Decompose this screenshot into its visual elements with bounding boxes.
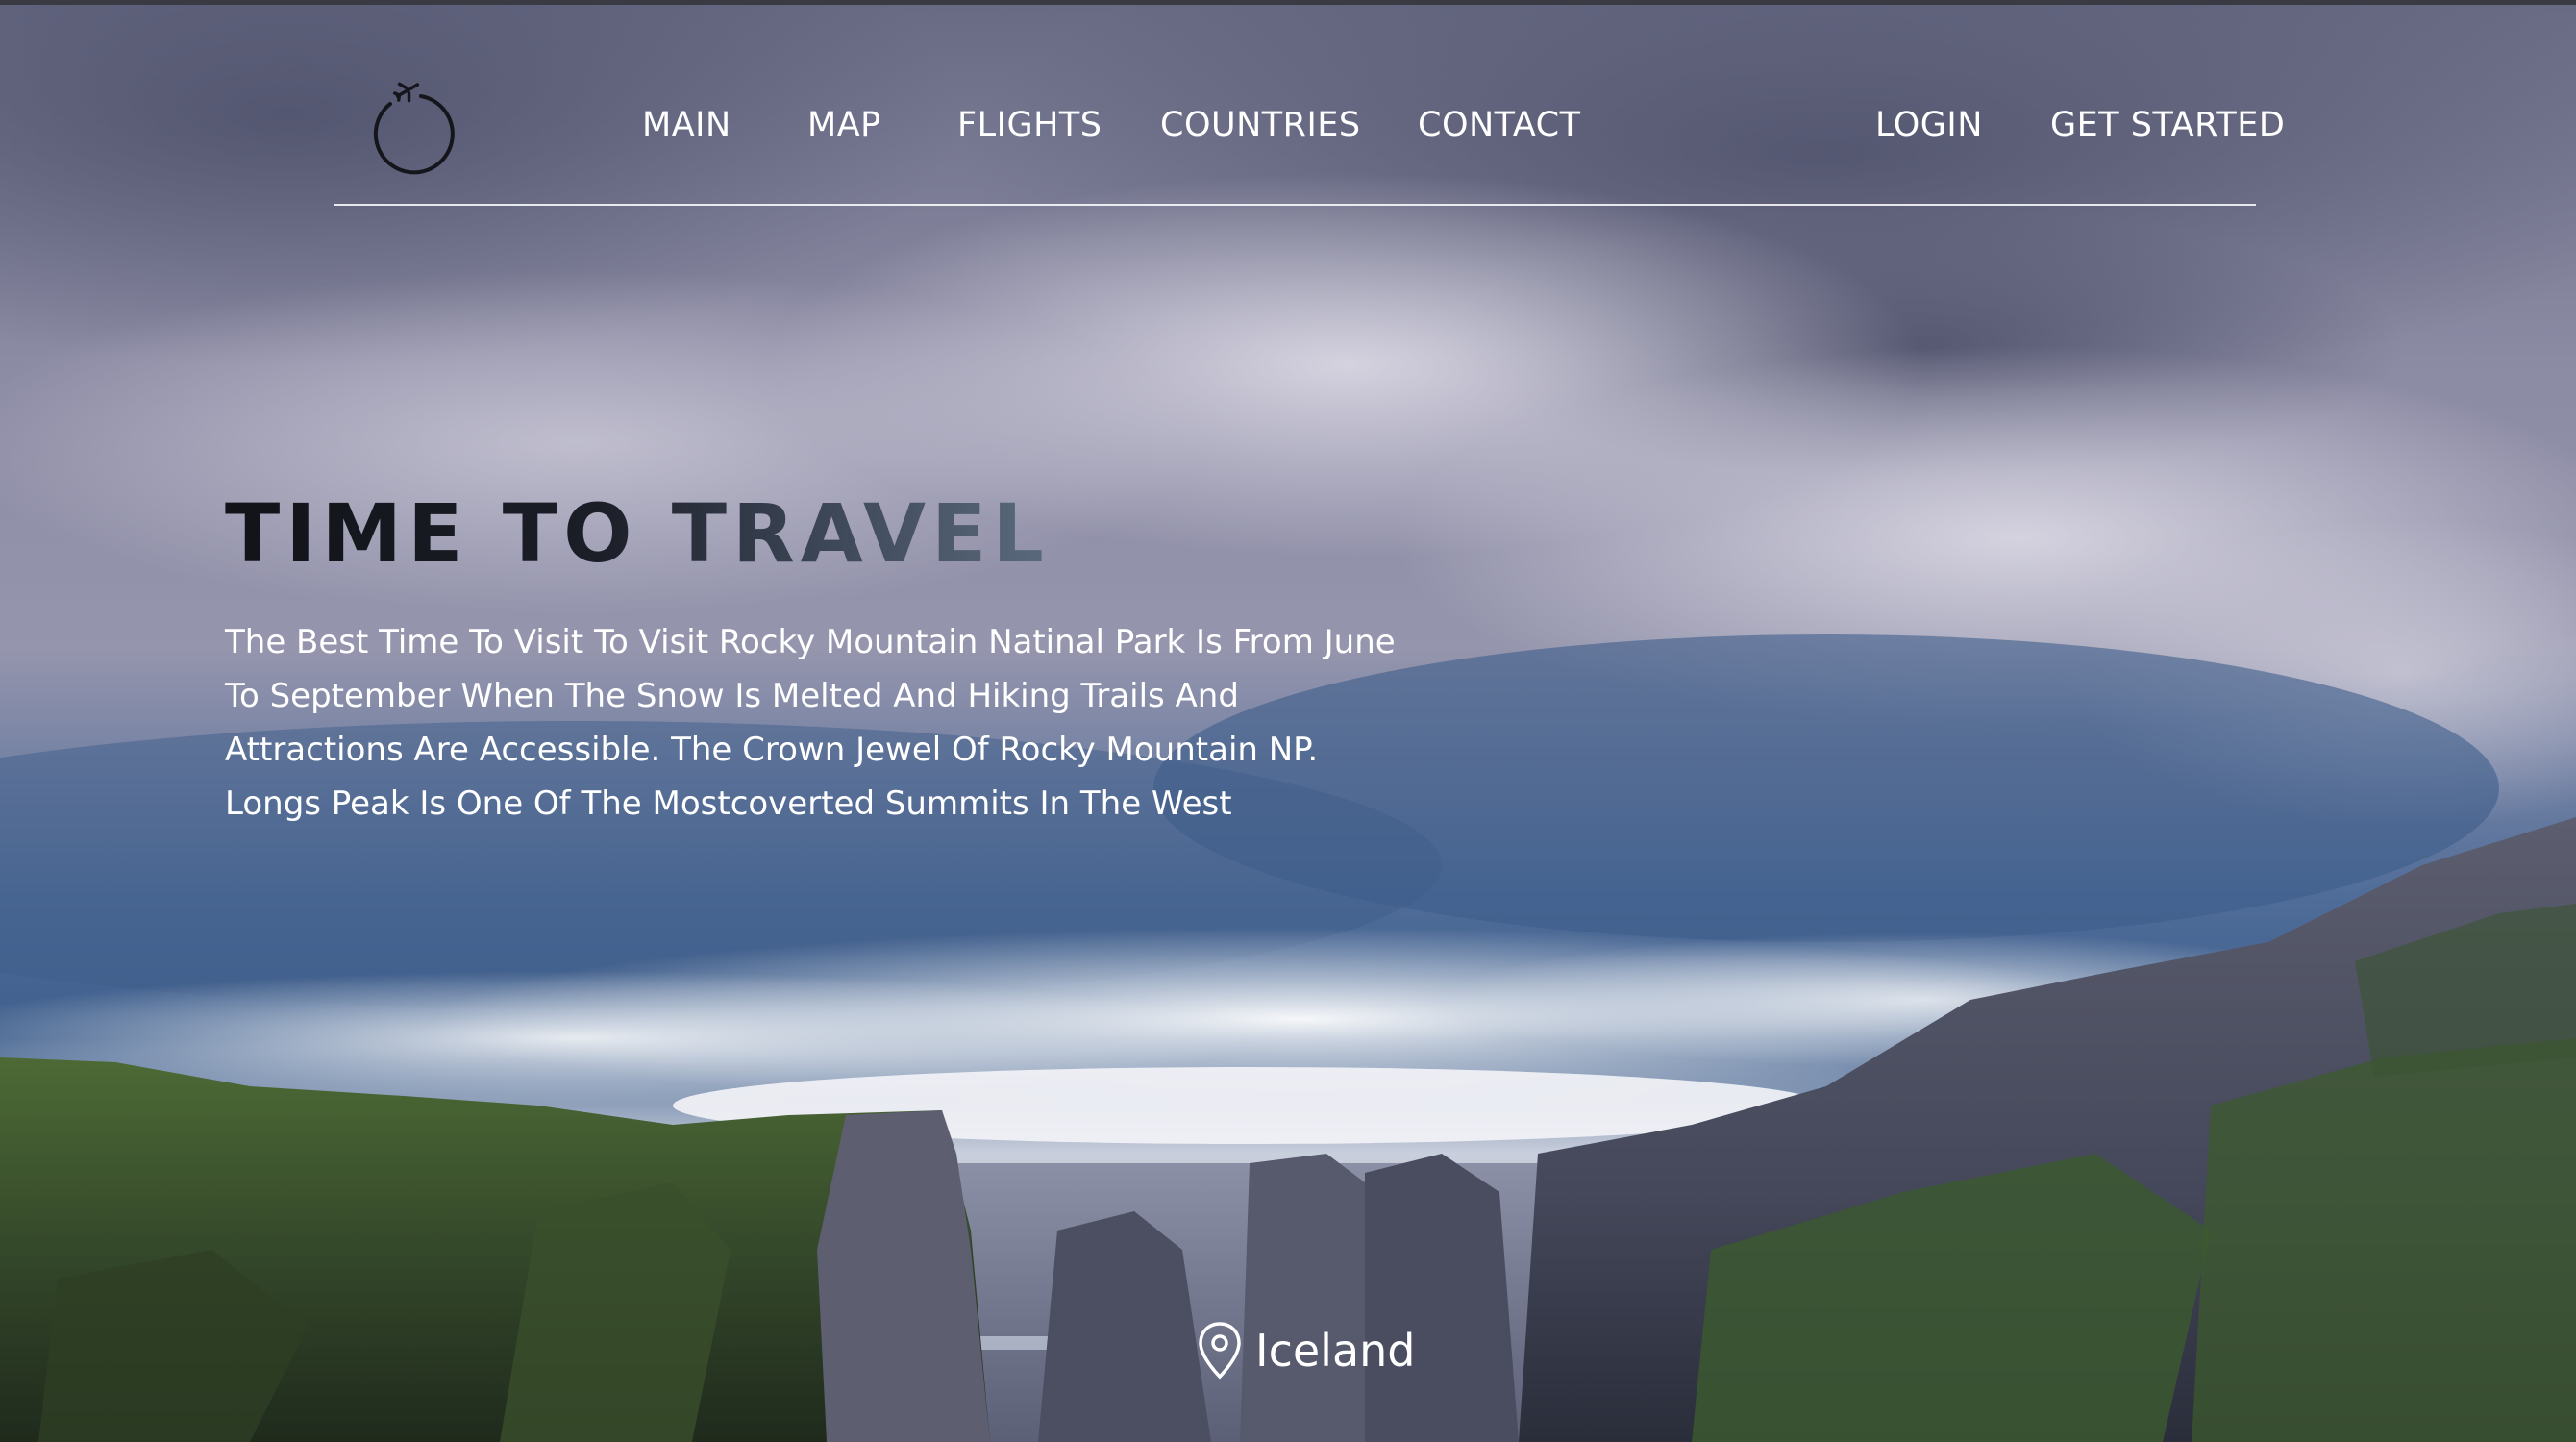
location-label[interactable]: Iceland (1196, 1317, 1415, 1384)
login-link[interactable]: LOGIN (1875, 102, 1983, 148)
nav-contact[interactable]: CONTACT (1418, 102, 1580, 148)
hero-title: TIME TO TRAVEL (225, 481, 1050, 586)
nav-divider (334, 204, 2256, 206)
nav-countries[interactable]: COUNTRIES (1160, 102, 1361, 148)
airplane-orbit-icon (373, 82, 455, 175)
nav-main[interactable]: MAIN (642, 102, 731, 148)
get-started-link[interactable]: GET STARTED (2050, 102, 2285, 148)
hero-description: The Best Time To Visit To Visit Rocky Mo… (225, 623, 1396, 823)
nav-map[interactable]: MAP (807, 102, 881, 148)
location-name: Iceland (1255, 1325, 1416, 1377)
logo[interactable] (363, 75, 458, 179)
nav-flights[interactable]: FLIGHTS (957, 102, 1102, 148)
window-top-border (0, 0, 2576, 5)
map-pin-icon (1199, 1322, 1241, 1380)
